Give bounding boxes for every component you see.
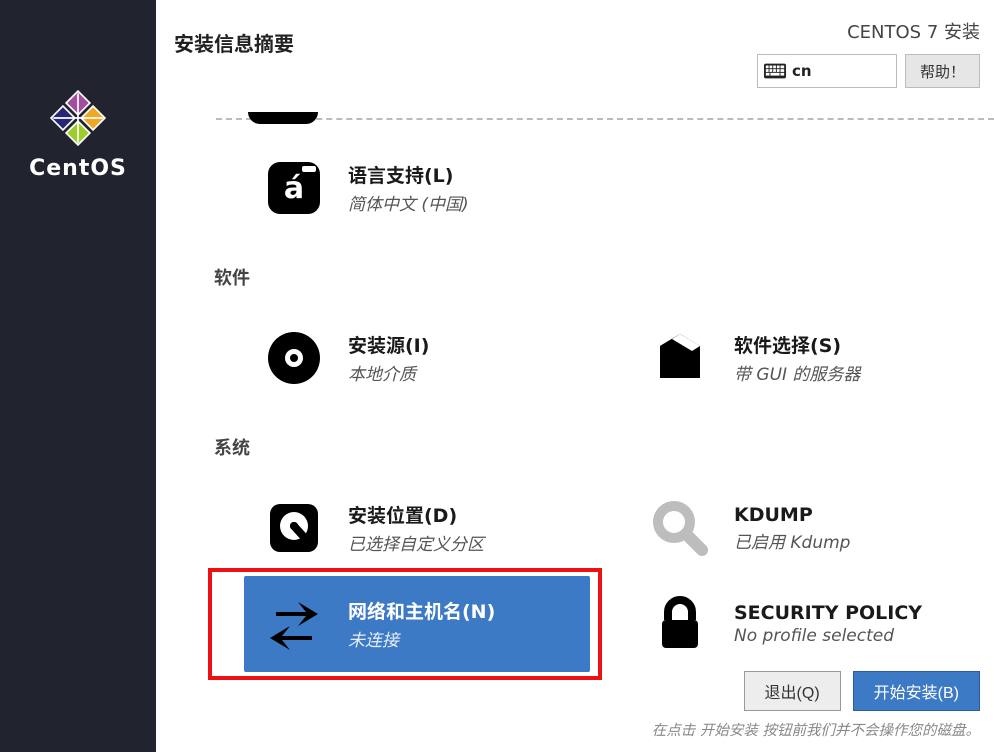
spoke-kdump[interactable]: KDUMP 已启用 Kdump bbox=[630, 480, 976, 576]
spoke-software-selection[interactable]: 软件选择(S) 带 GUI 的服务器 bbox=[630, 310, 976, 406]
header: 安装信息摘要 CENTOS 7 安装 cn 帮助！ bbox=[156, 0, 994, 112]
quit-button[interactable]: 退出(Q) bbox=[744, 671, 841, 711]
footer: 退出(Q) 开始安装(B) 在点击 开始安装 按钮前我们并不会操作您的磁盘。 bbox=[356, 671, 980, 740]
keyboard-layout-label: cn bbox=[792, 62, 812, 80]
spoke-label: 安装源(I) bbox=[348, 331, 429, 358]
spoke-status: 本地介质 bbox=[348, 360, 429, 385]
spoke-status: 已选择自定义分区 bbox=[348, 530, 484, 555]
spoke-language-support[interactable]: á 语言支持(L) 简体中文 (中国) bbox=[244, 140, 590, 236]
magnifier-icon bbox=[644, 492, 716, 564]
footer-hint: 在点击 开始安装 按钮前我们并不会操作您的磁盘。 bbox=[652, 719, 980, 740]
spoke-security-policy[interactable]: SECURITY POLICY No profile selected bbox=[630, 576, 976, 672]
content-area: á 语言支持(L) 简体中文 (中国) 软件 bbox=[156, 112, 994, 752]
scroll-cut-divider bbox=[216, 118, 994, 120]
spoke-status: No profile selected bbox=[734, 626, 922, 646]
spoke-installation-source[interactable]: 安装源(I) 本地介质 bbox=[244, 310, 590, 406]
installer-root: CentOS 安装信息摘要 CENTOS 7 安装 cn bbox=[0, 0, 994, 752]
package-icon bbox=[644, 322, 716, 394]
network-arrows-icon bbox=[258, 588, 330, 660]
hard-drive-icon bbox=[258, 492, 330, 564]
spoke-status: 简体中文 (中国) bbox=[348, 190, 469, 215]
spoke-network-hostname[interactable]: 网络和主机名(N) 未连接 bbox=[244, 576, 590, 672]
main-panel: 安装信息摘要 CENTOS 7 安装 cn 帮助！ bbox=[156, 0, 994, 752]
spoke-label: 网络和主机名(N) bbox=[348, 597, 495, 624]
spoke-label: KDUMP bbox=[734, 504, 850, 526]
spoke-status: 已启用 Kdump bbox=[734, 528, 850, 553]
svg-text:á: á bbox=[284, 171, 304, 206]
begin-install-button[interactable]: 开始安装(B) bbox=[853, 671, 980, 711]
disc-icon bbox=[258, 322, 330, 394]
page-title: 安装信息摘要 bbox=[174, 28, 294, 57]
spoke-label: 软件选择(S) bbox=[734, 331, 860, 358]
spoke-label: 语言支持(L) bbox=[348, 161, 469, 188]
keyboard-icon bbox=[764, 63, 786, 79]
lock-icon bbox=[644, 588, 716, 660]
spoke-label: SECURITY POLICY bbox=[734, 602, 922, 624]
section-title-software: 软件 bbox=[214, 264, 976, 290]
partial-icon bbox=[248, 112, 318, 124]
language-icon: á bbox=[258, 152, 330, 224]
spoke-installation-destination[interactable]: 安装位置(D) 已选择自定义分区 bbox=[244, 480, 590, 576]
spoke-status: 带 GUI 的服务器 bbox=[734, 360, 860, 385]
spoke-label: 安装位置(D) bbox=[348, 501, 484, 528]
centos-logo-icon bbox=[50, 90, 106, 146]
product-label: CENTOS 7 安装 bbox=[847, 18, 980, 44]
brand-label: CentOS bbox=[29, 156, 127, 181]
section-title-system: 系统 bbox=[214, 434, 976, 460]
keyboard-layout-indicator[interactable]: cn bbox=[757, 54, 897, 88]
sidebar: CentOS bbox=[0, 0, 156, 752]
help-button[interactable]: 帮助！ bbox=[905, 54, 980, 88]
spoke-status: 未连接 bbox=[348, 626, 495, 651]
